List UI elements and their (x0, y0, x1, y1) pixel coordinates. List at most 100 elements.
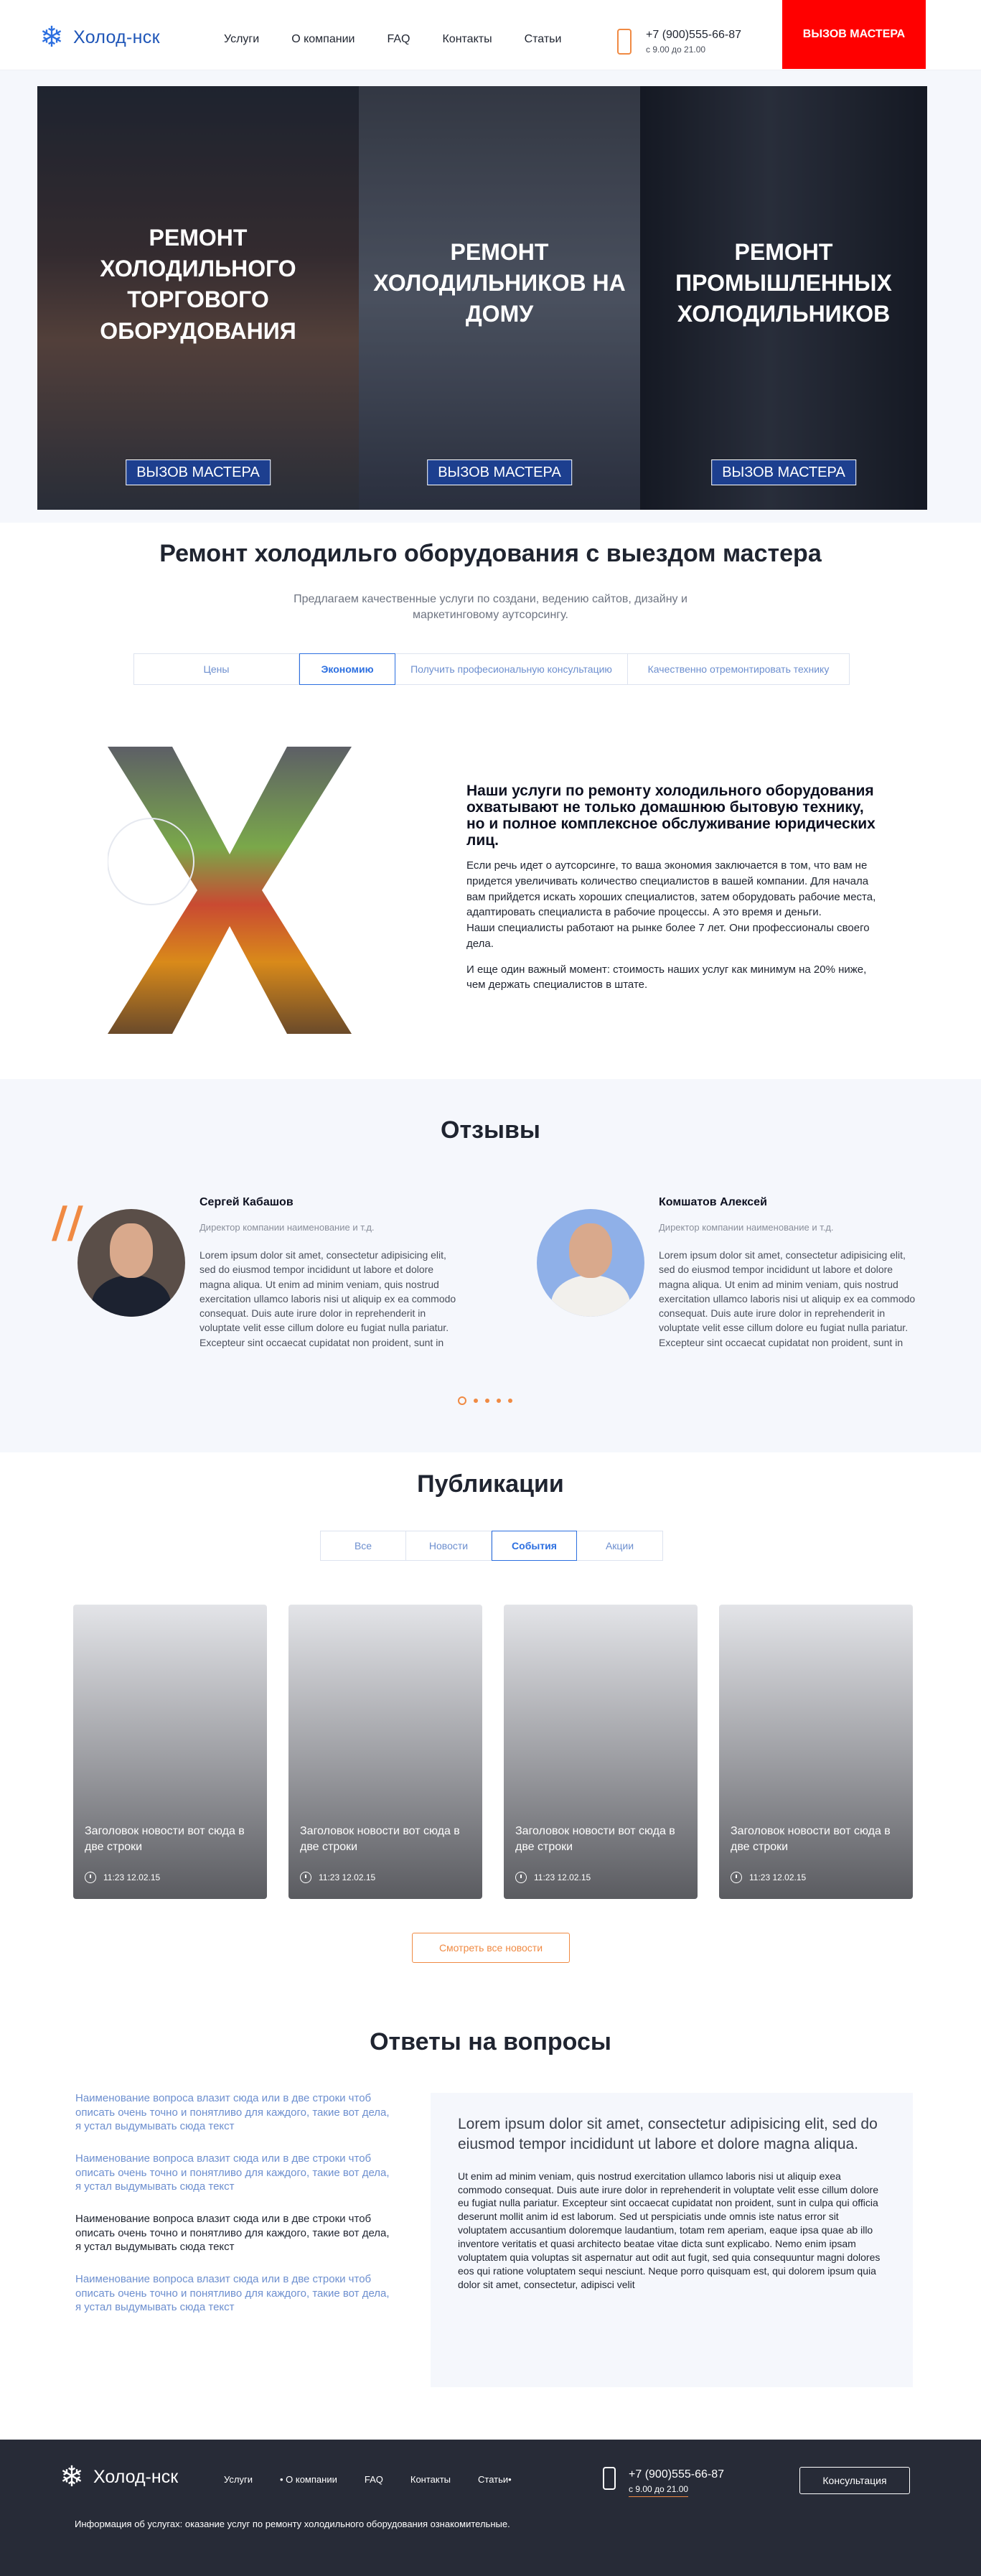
faq-questions: Наименование вопроса влазит сюда или в д… (75, 2091, 391, 2333)
footer-nav: Услуги • О компании FAQ Контакты Статьи• (224, 2474, 539, 2485)
reviewer-name: Сергей Кабашов (200, 1196, 294, 1208)
reviewer-role: Директор компании наименование и т.д. (200, 1222, 375, 1233)
all-news-button[interactable]: Смотреть все новости (412, 1933, 570, 1963)
snowflake-icon: ❄ (60, 2461, 84, 2493)
pagination-dot[interactable] (474, 1399, 478, 1403)
services-paragraph: И еще один важный момент: стоимость наши… (466, 963, 867, 991)
faq-question-active[interactable]: Наименование вопроса влазит сюда или в д… (75, 2212, 391, 2257)
reviews-title: Отзывы (441, 1116, 540, 1144)
footer-nav-contacts[interactable]: Контакты (410, 2474, 451, 2485)
clock-icon (85, 1872, 96, 1883)
publications-title: Публикации (417, 1470, 564, 1498)
tab-promos[interactable]: Акции (577, 1531, 662, 1560)
phone-icon (603, 2467, 616, 2490)
tab-prices[interactable]: Цены (134, 654, 299, 684)
nav-item-faq[interactable]: FAQ (387, 33, 410, 46)
tab-economy[interactable]: Экономию (299, 653, 395, 685)
call-master-button[interactable]: ВЫЗОВ МАСТЕРА (782, 0, 926, 69)
hero-card-button[interactable]: ВЫЗОВ МАСТЕРА (711, 459, 856, 485)
tab-quality-repair[interactable]: Качественно отремонтировать технику (628, 654, 849, 684)
snowflake-icon: ❄ (39, 22, 64, 53)
logo[interactable]: ❄ Холод-нск (36, 22, 160, 53)
hero-card-button[interactable]: ВЫЗОВ МАСТЕРА (427, 459, 572, 485)
faq-answer-heading: Lorem ipsum dolor sit amet, consectetur … (458, 2116, 878, 2153)
nav-item-contacts[interactable]: Контакты (442, 33, 492, 46)
publication-tabs: Все Новости События Акции (320, 1531, 663, 1561)
consultation-button[interactable]: Консультация (799, 2467, 910, 2494)
pagination-dot[interactable] (508, 1399, 512, 1403)
faq-answer-text: Ut enim ad minim veniam, quis nostrud ex… (458, 2170, 881, 2290)
services-body: Если речь идет о аутсорсинге, то ваша эк… (466, 858, 883, 1003)
benefit-tabs: Цены Экономию Получить професиональную к… (133, 653, 850, 685)
tab-consultation[interactable]: Получить професиональную консультацию (395, 654, 628, 684)
news-date: 11:23 12.02.15 (749, 1872, 807, 1882)
faq-question[interactable]: Наименование вопроса влазит сюда или в д… (75, 2272, 391, 2317)
hero-card-home[interactable]: РЕМОНТ ХОЛОДИЛЬНИКОВ НА ДОМУ ВЫЗОВ МАСТЕ… (359, 86, 640, 510)
header-phone: +7 (900)555-66-87 с 9.00 до 21.00 (617, 27, 754, 59)
news-card[interactable]: Заголовок новости вот сюда в две строки … (73, 1605, 267, 1899)
reviews-pagination (458, 1396, 512, 1405)
news-meta: 11:23 12.02.15 (731, 1872, 806, 1883)
pagination-dot[interactable] (497, 1399, 501, 1403)
tab-all[interactable]: Все (321, 1531, 406, 1560)
hero-card-title: РЕМОНТ ХОЛОДИЛЬНОГО ТОРГОВОГО ОБОРУДОВАН… (100, 225, 296, 344)
news-card[interactable]: Заголовок новости вот сюда в две строки … (504, 1605, 698, 1899)
nav-item-articles[interactable]: Статьи (525, 33, 562, 46)
tab-events[interactable]: События (492, 1531, 577, 1561)
services-paragraph: Наши специалисты работают на рынке более… (466, 922, 870, 950)
footer-nav-about[interactable]: • О компании (280, 2474, 337, 2485)
news-date: 11:23 12.02.15 (534, 1872, 591, 1882)
news-card[interactable]: Заголовок новости вот сюда в две строки … (288, 1605, 482, 1899)
hero-card-title: РЕМОНТ ПРОМЫШЛЕННЫХ ХОЛОДИЛЬНИКОВ (675, 239, 892, 327)
hero-card-commercial[interactable]: РЕМОНТ ХОЛОДИЛЬНОГО ТОРГОВОГО ОБОРУДОВАН… (37, 86, 359, 510)
reviewer-role: Директор компании наименование и т.д. (659, 1222, 834, 1233)
hero-card-industrial[interactable]: РЕМОНТ ПРОМЫШЛЕННЫХ ХОЛОДИЛЬНИКОВ ВЫЗОВ … (640, 86, 927, 510)
news-card[interactable]: Заголовок новости вот сюда в две строки … (719, 1605, 913, 1899)
news-title: Заголовок новости вот сюда в две строки (300, 1825, 460, 1854)
nav-item-services[interactable]: Услуги (224, 33, 259, 46)
services-paragraph: Если речь идет о аутсорсинге, то ваша эк… (466, 859, 876, 919)
tab-news[interactable]: Новости (406, 1531, 492, 1560)
x-shaped-photo-collage (108, 747, 352, 1034)
footer-nav-faq[interactable]: FAQ (365, 2474, 383, 2485)
working-hours: с 9.00 до 21.00 (646, 45, 706, 55)
avatar (537, 1209, 644, 1317)
intro-subtitle: Предлагаем качественные услуги по создан… (294, 593, 687, 622)
site-footer: ❄ Холод-нск Услуги • О компании FAQ Конт… (0, 2440, 981, 2576)
faq-question[interactable]: Наименование вопроса влазит сюда или в д… (75, 2152, 391, 2196)
clock-icon (515, 1872, 527, 1883)
hero-card-button[interactable]: ВЫЗОВ МАСТЕРА (126, 459, 271, 485)
news-date: 11:23 12.02.15 (103, 1872, 161, 1882)
faq-answer-panel: Lorem ipsum dolor sit amet, consectetur … (431, 2093, 913, 2387)
nav-item-about[interactable]: О компании (291, 33, 355, 46)
news-meta: 11:23 12.02.15 (85, 1872, 160, 1883)
news-date: 11:23 12.02.15 (319, 1872, 376, 1882)
logo-text: Холод-нск (73, 27, 160, 47)
review-card: Комшатов Алексей Директор компании наиме… (537, 1190, 939, 1370)
review-card: Сергей Кабашов Директор компании наимено… (78, 1190, 479, 1370)
site-header: ❄ Холод-нск Услуги О компании FAQ Контак… (0, 0, 981, 70)
footer-phone-number[interactable]: +7 (900)555-66-87 (629, 2468, 724, 2481)
services-heading: Наши услуги по ремонту холодильного обор… (466, 783, 876, 849)
faq-title: Ответы на вопросы (370, 2028, 611, 2055)
footer-nav-articles[interactable]: Статьи• (478, 2474, 512, 2485)
footer-logo[interactable]: ❄ Холод-нск (56, 2461, 178, 2493)
phone-number[interactable]: +7 (900)555-66-87 (646, 29, 741, 42)
footer-nav-services[interactable]: Услуги (224, 2474, 253, 2485)
hero-card-title: РЕМОНТ ХОЛОДИЛЬНИКОВ НА ДОМУ (373, 239, 626, 327)
news-title: Заголовок новости вот сюда в две строки (731, 1825, 891, 1854)
news-meta: 11:23 12.02.15 (300, 1872, 375, 1883)
review-text: Lorem ipsum dolor sit amet, consectetur … (200, 1249, 456, 1348)
pagination-dot[interactable] (485, 1399, 489, 1403)
clock-icon (300, 1872, 311, 1883)
pagination-dot[interactable] (458, 1396, 466, 1405)
footer-working-hours: с 9.00 до 21.00 (629, 2484, 689, 2497)
intro-title: Ремонт холодильго оборудования с выездом… (159, 540, 822, 567)
footer-logo-text: Холод-нск (93, 2466, 179, 2487)
faq-question[interactable]: Наименование вопроса влазит сюда или в д… (75, 2091, 391, 2136)
main-nav: Услуги О компании FAQ Контакты Статьи (224, 33, 593, 46)
phone-icon (617, 29, 632, 55)
reviews-section: Отзывы // Сергей Кабашов Директор компан… (0, 1079, 981, 1452)
news-title: Заголовок новости вот сюда в две строки (85, 1825, 245, 1854)
news-meta: 11:23 12.02.15 (515, 1872, 591, 1883)
